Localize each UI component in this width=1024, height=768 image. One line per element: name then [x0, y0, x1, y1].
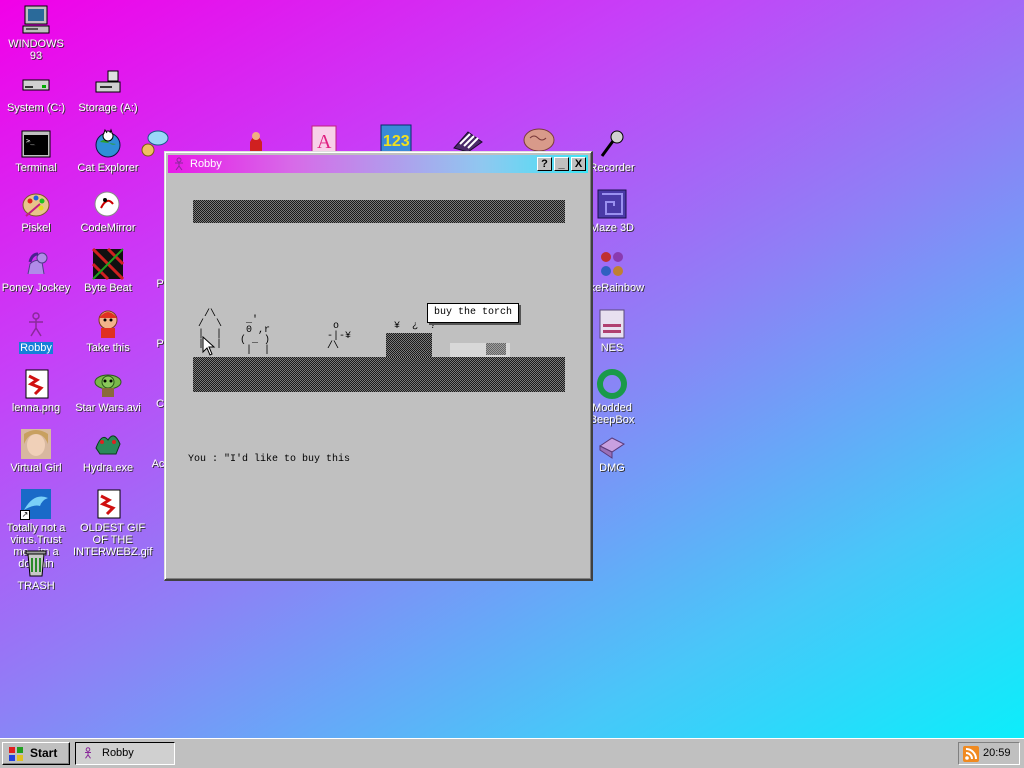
- robby-stickman-icon: [29, 312, 43, 337]
- beepbox-ring-icon: [597, 369, 627, 399]
- calculator-123-icon[interactable]: 123: [380, 124, 412, 152]
- creature-sprite: _' 0 ,r ( _ ) | |: [240, 315, 271, 356]
- nes-console-icon: [599, 309, 625, 339]
- desktop-icon-label: System (C:): [6, 102, 66, 114]
- window-title: Robby: [190, 158, 222, 170]
- desktop-icon-label: Recorder: [589, 162, 635, 174]
- robby-stickman-sprite: o -|-¥ /\: [327, 321, 352, 352]
- desktop-icon-label: NES: [600, 342, 624, 354]
- desktop-icon-virtual-girl[interactable]: Virtual Girl: [0, 428, 72, 474]
- desktop-icon-terminal[interactable]: >_ Terminal: [0, 128, 72, 174]
- desktop-icon-oldest-gif[interactable]: OLDEST GIF OF THE INTERWEBZ.gif: [72, 488, 152, 558]
- desktop-icon-label: Maze 3D: [589, 222, 635, 234]
- desktop-icon-byte-beat[interactable]: Byte Beat: [72, 248, 144, 294]
- taskbar: Start Robby 20:59: [0, 738, 1024, 768]
- desktop-icon-label: Terminal: [15, 162, 57, 174]
- desktop-icon-label: Poney Jockey: [1, 282, 71, 294]
- codemirror-icon: [94, 191, 120, 217]
- cat-globe-icon: [95, 128, 121, 158]
- rainbow-bikers-icon: [601, 252, 623, 276]
- taskbar-item-robby[interactable]: Robby: [75, 742, 175, 765]
- help-button[interactable]: ?: [537, 157, 552, 171]
- desktop-icon-label: TRASH: [17, 580, 55, 592]
- game-viewport[interactable]: /\ / \ | | | | _' 0 ,r ( _ ) | | o -|-¥ …: [168, 174, 587, 575]
- minimize-button[interactable]: _: [554, 157, 569, 171]
- desktop-icon-label: CodeMirror: [80, 222, 136, 234]
- start-label: Start: [30, 746, 58, 760]
- floppy-drive-icon: [95, 70, 121, 93]
- trash-icon: [25, 550, 47, 577]
- desktop-icon-take-this[interactable]: Take this: [72, 308, 144, 354]
- desktop-icon-label: DMG: [599, 462, 625, 474]
- tooltip: buy the torch: [427, 303, 520, 323]
- robby-window[interactable]: Robby ? _ X /\ / \ | | | | _' 0 ,r ( _ )…: [164, 151, 593, 581]
- take-this-icon: [98, 310, 118, 338]
- desktop-icon-label: Star Wars.avi: [75, 402, 141, 414]
- windows93-logo-icon: [9, 747, 23, 761]
- robby-stickman-icon: [85, 747, 91, 759]
- desktop-icon-storage-a[interactable]: Storage (A:): [72, 68, 144, 114]
- pony-icon: [27, 252, 48, 275]
- mouse-cursor-icon: [202, 336, 216, 356]
- rss-feed-icon[interactable]: [963, 746, 979, 762]
- paint-palette-icon: [22, 193, 50, 217]
- piano-keys-icon[interactable]: [452, 128, 484, 152]
- desktop-icon-label: Hydra.exe: [82, 462, 134, 474]
- svg-text:>_: >_: [26, 137, 35, 145]
- desktop-icon-label: Cat Explorer: [77, 162, 139, 174]
- desktop-icon-codemirror[interactable]: CodeMirror: [72, 188, 144, 234]
- desktop-icon-lenna-png[interactable]: lenna.png: [0, 368, 72, 414]
- taskbar-item-label: Robby: [102, 747, 134, 759]
- dmg-disk-icon: [599, 437, 625, 459]
- virtual-girl-icon: [21, 429, 51, 459]
- start-button[interactable]: Start: [2, 742, 70, 765]
- microphone-icon: [600, 130, 624, 157]
- close-button[interactable]: X: [571, 157, 586, 171]
- desktop-icon-label: OLDEST GIF OF THE INTERWEBZ.gif: [73, 522, 153, 558]
- robby-stickman-icon: [175, 157, 183, 171]
- image-file-icon: [25, 369, 49, 399]
- shop-counter: [386, 333, 432, 358]
- desktop-icon-label: Robby: [19, 342, 53, 354]
- desktop-icon-label: Take this: [86, 342, 130, 354]
- desktop-icon-star-wars[interactable]: Star Wars.avi: [72, 368, 144, 414]
- yoda-video-icon: [94, 374, 122, 397]
- font-letter-a-icon[interactable]: A: [308, 124, 340, 152]
- desktop-icon-trash[interactable]: TRASH: [0, 546, 72, 592]
- shortcut-arrow-icon: ↗: [20, 510, 30, 520]
- desktop-icon-hydra[interactable]: Hydra.exe: [72, 428, 144, 474]
- desktop-icon-poney-jockey[interactable]: Poney Jockey: [0, 248, 72, 294]
- desktop-icon-label: Byte Beat: [84, 282, 132, 294]
- hydra-icon: [95, 435, 121, 455]
- svg-text:123: 123: [383, 133, 410, 150]
- terminal-icon: >_: [21, 130, 51, 158]
- maze-icon: [597, 189, 627, 219]
- desktop-icon-piskel[interactable]: Piskel: [0, 188, 72, 234]
- mario-icon[interactable]: [240, 128, 272, 152]
- ceiling-block: [193, 200, 565, 223]
- bytebeat-icon: [92, 248, 124, 280]
- desktop-icon-label: Virtual Girl: [10, 462, 62, 474]
- desktop-icon-label: WINDOWS 93: [8, 38, 64, 62]
- desktop-icon-system-c[interactable]: System (C:): [0, 68, 72, 114]
- system-tray: 20:59: [958, 742, 1020, 765]
- gif-file-icon: [97, 489, 121, 519]
- hard-drive-icon: [22, 79, 50, 91]
- desktop-icon-windows93[interactable]: WINDOWS 93: [0, 4, 72, 62]
- brain-icon[interactable]: [522, 124, 556, 152]
- ground-block: [193, 357, 565, 392]
- desktop-icon-label: Piskel: [21, 222, 51, 234]
- clock[interactable]: 20:59: [983, 743, 1011, 764]
- svg-text:A: A: [317, 131, 332, 152]
- desktop-icon-robby[interactable]: Robby: [0, 308, 72, 354]
- window-titlebar[interactable]: Robby ? _ X: [168, 155, 588, 173]
- dialog-text: You : "I'd like to buy this: [188, 454, 351, 465]
- windows93-computer-icon: [22, 5, 50, 34]
- shop-stall-detail: [486, 343, 506, 355]
- shop-items: ¥ ¿ ?: [394, 321, 437, 332]
- desktop-icon-label: Storage (A:): [78, 102, 138, 114]
- desktop-icon-label: lenna.png: [11, 402, 61, 414]
